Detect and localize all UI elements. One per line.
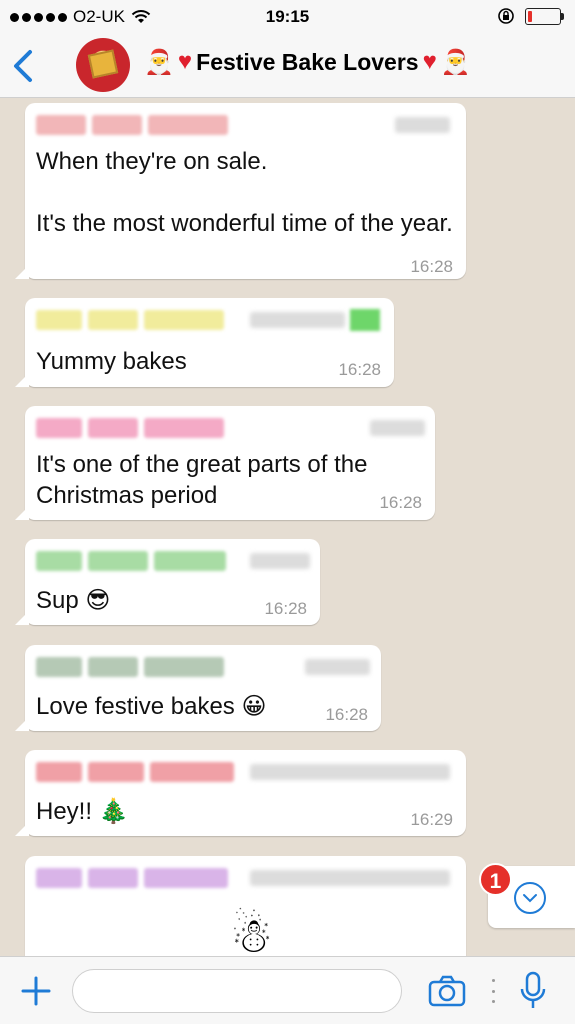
- sender-name-redacted: [36, 868, 228, 888]
- sender-name-redacted: [36, 762, 234, 782]
- snowman-sticker: ☃: [230, 910, 274, 956]
- heart-icon: ♥: [422, 48, 437, 75]
- message-time: 16:28: [325, 705, 368, 724]
- battery-level: [528, 10, 532, 22]
- back-button[interactable]: [8, 46, 42, 86]
- message-time: 16:28: [379, 493, 422, 512]
- message-bubble[interactable]: When they're on sale. It's the most wond…: [25, 103, 466, 279]
- group-title[interactable]: 🎅 ♥ Festive Bake Lovers ♥ 🎅: [144, 42, 471, 82]
- sender-phone-redacted: [250, 553, 310, 569]
- message-bubble[interactable]: Sup 😎 16:28: [25, 539, 320, 625]
- unread-badge: 1: [479, 863, 512, 896]
- sender-phone-redacted: [305, 659, 370, 675]
- sender-phone-redacted: [250, 312, 345, 328]
- status-time: 19:15: [265, 7, 310, 26]
- rotation-lock-icon: [498, 8, 514, 24]
- chevron-down-icon: [514, 882, 546, 914]
- sender-phone-redacted: [250, 870, 450, 886]
- microphone-icon[interactable]: [518, 971, 548, 1011]
- sender-name-redacted: [36, 551, 226, 571]
- message-bubble[interactable]: Yummy bakes 16:28: [25, 298, 394, 387]
- sender-phone-redacted: [395, 117, 450, 133]
- message-text: Hey!! 🎄: [36, 798, 129, 825]
- message-list[interactable]: When they're on sale. It's the most wond…: [0, 99, 575, 956]
- message-input[interactable]: [72, 969, 402, 1013]
- battery-icon: [525, 7, 564, 25]
- message-bubble[interactable]: Love festive bakes 😀 16:28: [25, 645, 381, 731]
- message-text: Yummy bakes: [36, 348, 187, 375]
- message-bubble[interactable]: ☃: [25, 856, 466, 956]
- message-time: 16:29: [410, 810, 453, 829]
- group-avatar[interactable]: [76, 38, 130, 92]
- sender-badge-redacted: [350, 309, 380, 331]
- heart-icon: ♥: [177, 48, 193, 75]
- camera-icon[interactable]: [428, 975, 466, 1007]
- chat-header: 🎅 ♥ Festive Bake Lovers ♥ 🎅: [0, 34, 575, 98]
- status-right: [497, 7, 564, 25]
- gift-icon: [87, 49, 119, 79]
- message-text: Sup 😎: [36, 587, 111, 614]
- message-text: When they're on sale. It's the most wond…: [36, 148, 453, 237]
- sender-phone-redacted: [370, 420, 425, 436]
- more-icon[interactable]: [490, 979, 496, 1003]
- group-name: Festive Bake Lovers: [196, 48, 419, 75]
- sender-name-redacted: [36, 657, 224, 677]
- message-time: 16:28: [264, 599, 307, 618]
- message-bubble[interactable]: It's one of the great parts of the Chris…: [25, 406, 435, 520]
- santa-icon: 🎅: [144, 48, 174, 76]
- sender-phone-redacted: [250, 764, 450, 780]
- message-text: Love festive bakes 😀: [36, 693, 267, 720]
- santa-icon: 🎅: [440, 48, 471, 76]
- sender-name-redacted: [36, 115, 228, 135]
- sender-name-redacted: [36, 418, 224, 438]
- sender-name-redacted: [36, 310, 224, 330]
- plus-icon[interactable]: [20, 975, 52, 1007]
- input-bar: [0, 956, 575, 1024]
- message-time: 16:28: [410, 257, 453, 276]
- status-bar: O2-UK 19:15: [0, 0, 575, 34]
- message-bubble[interactable]: Hey!! 🎄 16:29: [25, 750, 466, 836]
- message-text: It's one of the great parts of the Chris…: [36, 451, 368, 509]
- message-time: 16:28: [338, 360, 381, 379]
